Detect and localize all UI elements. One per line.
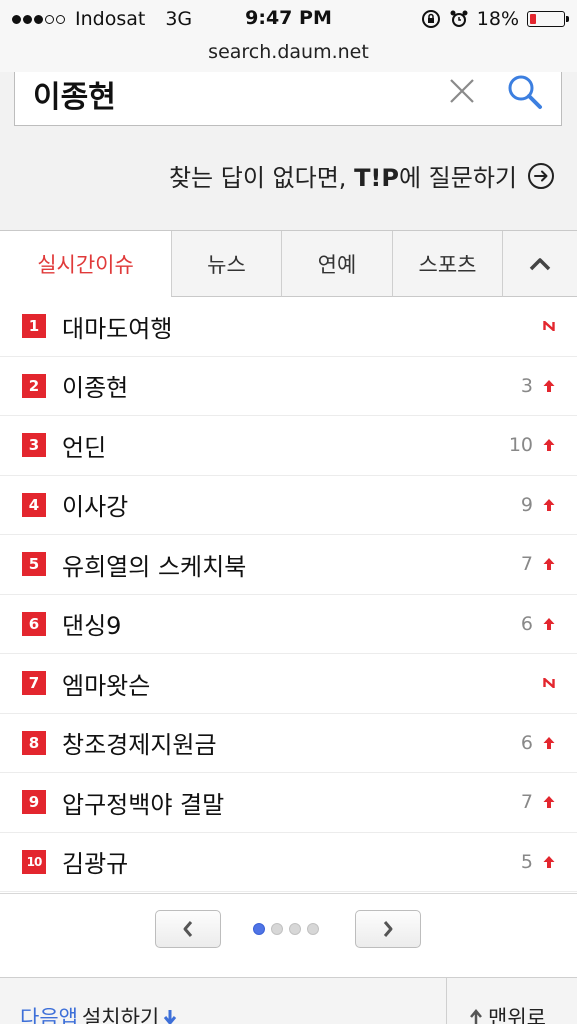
tab-realtime-issues[interactable]: 실시간이슈	[0, 231, 171, 297]
keyword-link[interactable]: 압구정백야 결말	[62, 785, 224, 820]
alarm-icon	[450, 10, 468, 27]
status-bar: Indosat 3G 9:47 PM 18%	[0, 0, 577, 38]
rank-badge: 9	[22, 790, 46, 815]
ranking-row[interactable]: 7 엠마왓슨	[0, 654, 577, 714]
tip-link-prefix: 찾는 답이 없다면,	[168, 164, 347, 192]
chevron-left-icon	[183, 921, 193, 937]
realtime-ranking-list: 1 대마도여행 2 이종현 3 3 언딘 10 4 이사강 9 5 유희열의 스케치북 7 6 댄싱9 6 7 엠마…	[0, 297, 577, 892]
address-bar[interactable]: search.daum.net	[0, 38, 577, 73]
rank-change-value: 7	[520, 791, 533, 814]
install-label: 설치하기	[81, 1006, 160, 1024]
new-entry-icon	[543, 321, 555, 332]
rank-badge: 6	[22, 611, 46, 636]
keyword-link[interactable]: 엠마왓슨	[62, 666, 150, 701]
tab-entertainment[interactable]: 연예	[281, 231, 392, 297]
page-indicator	[253, 923, 319, 935]
rank-up-arrow-icon	[543, 617, 555, 630]
app-brand-link[interactable]: 다음앱	[20, 1002, 78, 1024]
clear-icon[interactable]	[445, 74, 479, 108]
battery-percent: 18%	[476, 8, 519, 30]
keyword-link[interactable]: 이종현	[62, 368, 128, 403]
rank-badge: 2	[22, 373, 46, 398]
rank-up-arrow-icon	[543, 558, 555, 571]
keyword-link[interactable]: 댄싱9	[62, 606, 121, 641]
search-input[interactable]	[33, 72, 433, 116]
ranking-row[interactable]: 3 언딘 10	[0, 416, 577, 476]
download-arrow-icon	[164, 1010, 177, 1024]
ranking-row[interactable]: 10 김광규 5	[0, 833, 577, 892]
battery-icon	[527, 11, 569, 27]
ranking-row[interactable]: 8 창조경제지원금 6	[0, 714, 577, 773]
page-dot[interactable]	[307, 923, 319, 935]
rank-badge: 3	[22, 433, 46, 458]
footer-bar: 다음앱 설치하기 맨위로	[0, 977, 577, 1024]
rank-change-value: 10	[508, 434, 533, 457]
ranking-row[interactable]: 5 유희열의 스케치북 7	[0, 535, 577, 595]
rank-change-value: 3	[520, 374, 533, 397]
arrow-up-icon	[470, 1009, 482, 1024]
keyword-link[interactable]: 언딘	[62, 428, 106, 463]
page-dot-active[interactable]	[253, 923, 265, 935]
ranking-row[interactable]: 9 압구정백야 결말 7	[0, 773, 577, 833]
keyword-link[interactable]: 대마도여행	[62, 309, 172, 344]
collapse-tabs-button[interactable]	[502, 231, 577, 297]
rank-up-arrow-icon	[543, 379, 555, 392]
rank-badge: 10	[22, 849, 46, 874]
footer-divider	[446, 978, 447, 1024]
keyword-link[interactable]: 유희열의 스케치북	[62, 547, 246, 582]
keyword-link[interactable]: 창조경제지원금	[62, 725, 217, 760]
chevron-up-icon	[529, 257, 551, 270]
chevron-right-icon	[383, 921, 393, 937]
previous-page-button[interactable]	[155, 910, 221, 948]
keyword-link[interactable]: 이사강	[62, 487, 128, 522]
next-page-button[interactable]	[355, 910, 421, 948]
rank-change-value: 5	[520, 850, 533, 873]
ranking-row[interactable]: 4 이사강 9	[0, 476, 577, 535]
tip-question-link[interactable]: 찾는 답이 없다면, T!P에 질문하기	[169, 158, 555, 193]
category-tabs: 실시간이슈 뉴스 연예 스포츠	[0, 230, 577, 297]
install-app-link[interactable]: 다음앱 설치하기	[20, 1002, 177, 1024]
tab-news[interactable]: 뉴스	[171, 231, 281, 297]
tip-brand: T!P	[354, 164, 399, 192]
page-dot[interactable]	[289, 923, 301, 935]
search-box	[14, 72, 562, 126]
rank-change-value: 6	[520, 731, 533, 754]
rank-up-arrow-icon	[543, 439, 555, 452]
search-icon[interactable]	[505, 72, 545, 112]
tab-sports[interactable]: 스포츠	[392, 231, 502, 297]
back-to-top-button[interactable]: 맨위로	[470, 1002, 546, 1024]
rank-change-value: 7	[520, 553, 533, 576]
pagination	[0, 893, 577, 977]
rank-badge: 4	[22, 492, 46, 517]
rank-badge: 8	[22, 730, 46, 755]
rotation-lock-icon	[421, 10, 440, 28]
ranking-row[interactable]: 1 대마도여행	[0, 297, 577, 357]
rank-badge: 1	[22, 314, 46, 339]
new-entry-icon	[543, 678, 555, 689]
rank-change-value: 9	[520, 493, 533, 516]
ranking-row[interactable]: 6 댄싱9 6	[0, 595, 577, 654]
page-dot[interactable]	[271, 923, 283, 935]
tip-link-suffix: 에 질문하기	[398, 164, 517, 192]
rank-up-arrow-icon	[543, 498, 555, 511]
rank-up-arrow-icon	[543, 855, 555, 868]
keyword-link[interactable]: 김광규	[62, 844, 128, 879]
rank-badge: 5	[22, 552, 46, 577]
rank-up-arrow-icon	[543, 736, 555, 749]
ranking-row[interactable]: 2 이종현 3	[0, 357, 577, 416]
search-area: 찾는 답이 없다면, T!P에 질문하기	[0, 72, 577, 230]
rank-badge: 7	[22, 671, 46, 696]
url-text: search.daum.net	[208, 41, 369, 63]
rank-up-arrow-icon	[543, 796, 555, 809]
to-top-label: 맨위로	[488, 1006, 546, 1024]
arrow-right-circle-icon	[528, 162, 554, 189]
rank-change-value: 6	[520, 612, 533, 635]
